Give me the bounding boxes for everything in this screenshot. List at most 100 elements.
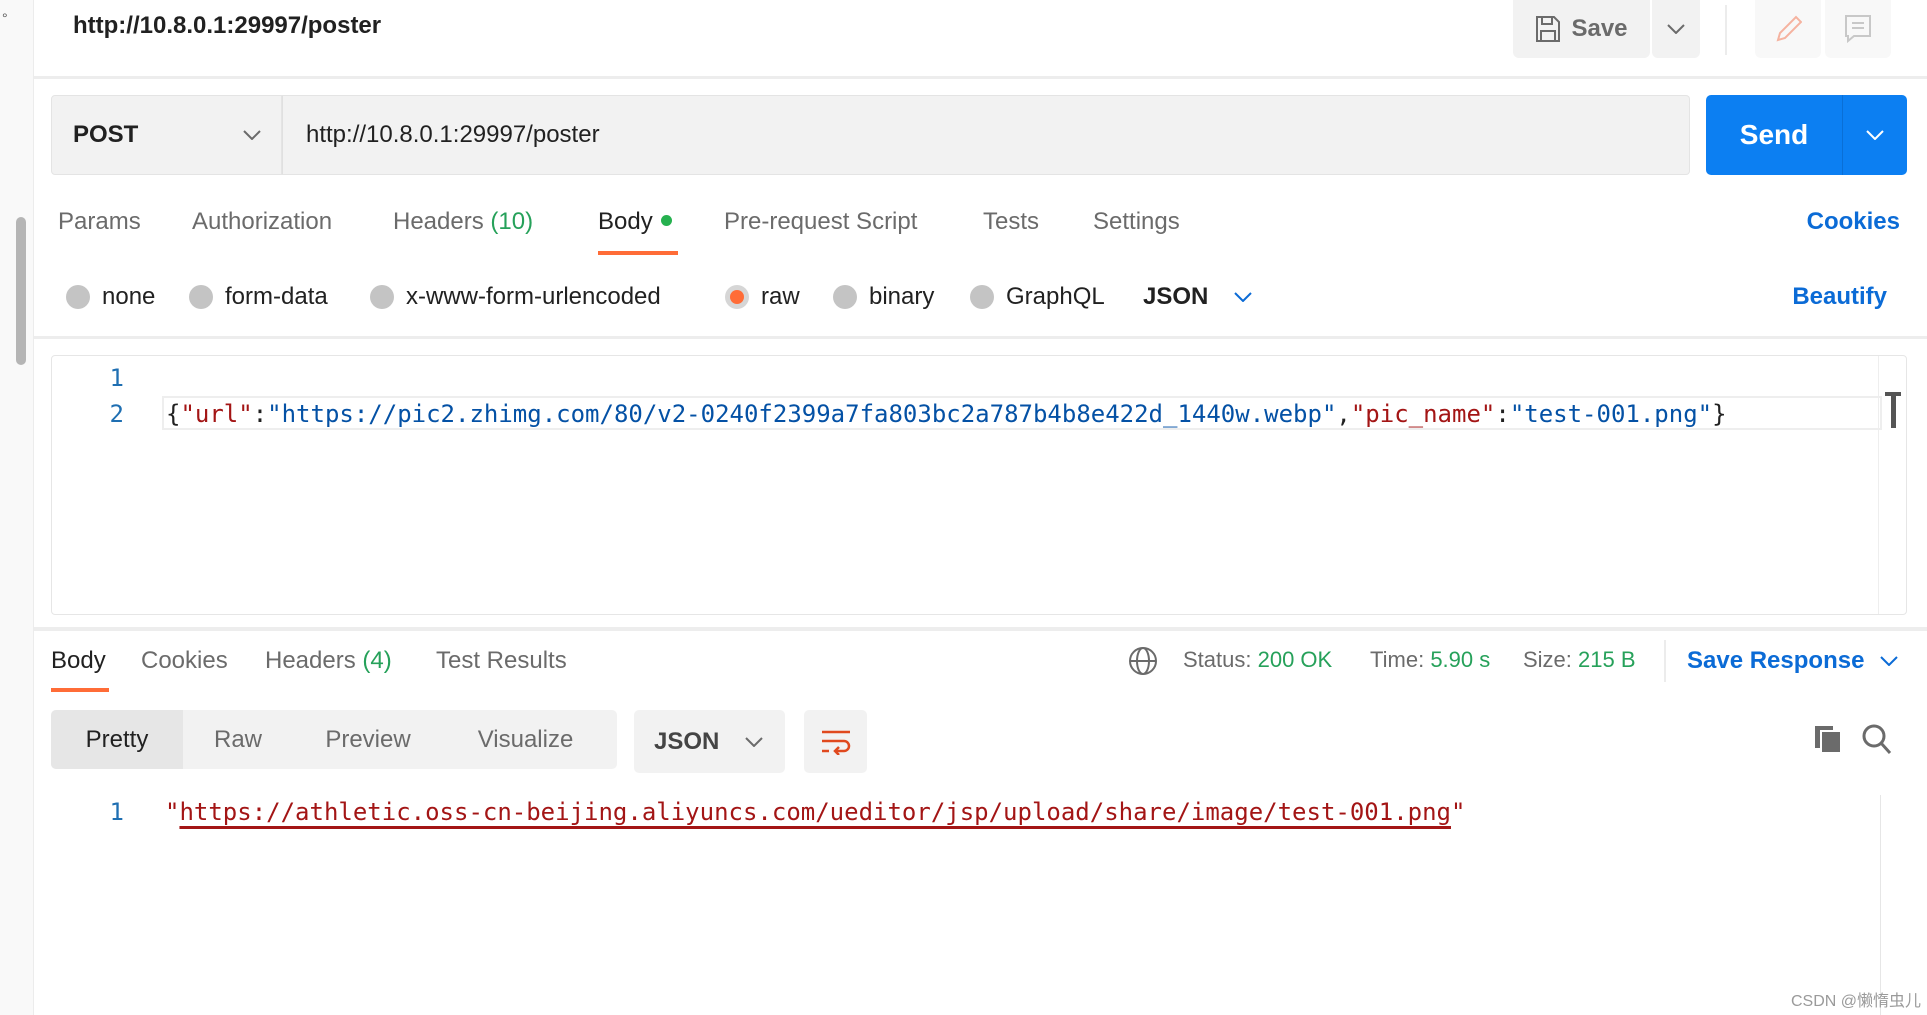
json-key: "url" [180,400,253,428]
format-label: JSON [1143,283,1209,310]
edit-button[interactable] [1755,0,1821,58]
tab-label: Body [598,208,653,235]
code-line[interactable]: {"url":"https://pic2.zhimg.com/80/v2-024… [166,400,1727,428]
body-format-select[interactable]: JSON [1143,283,1253,311]
radio-urlencoded[interactable]: x-www-form-urlencoded [370,283,661,311]
view-visualize[interactable]: Visualize [443,710,608,769]
chevron-down-icon [745,736,763,747]
view-preview[interactable]: Preview [293,710,443,769]
header-divider [34,76,1927,79]
tab-authorization[interactable]: Authorization [192,208,332,236]
time-readout[interactable]: Time: 5.90 s [1370,647,1490,673]
active-tab-indicator [598,251,678,255]
colon: : [1495,400,1510,428]
send-button-group[interactable]: Send [1706,95,1907,175]
response-body-line[interactable]: "https://athletic.oss-cn-beijing.aliyunc… [165,798,1465,826]
quote: " [1450,798,1466,826]
status-readout[interactable]: Status: 200 OK [1183,647,1332,673]
radio-graphql[interactable]: GraphQL [970,283,1105,311]
tab-tests[interactable]: Tests [983,208,1039,236]
radio-circle[interactable] [970,285,994,309]
format-label: JSON [654,727,720,755]
watermark: CSDN @懒惰虫儿 [1790,993,1921,1010]
chevron-down-icon [243,130,261,140]
response-format-select[interactable]: JSON [634,710,785,773]
response-scrollbar-track[interactable] [1880,795,1881,1015]
size-value: 215 B [1578,647,1636,672]
radio-form-data[interactable]: form-data [189,283,328,311]
wrap-lines-icon [821,730,850,755]
radio-label: x-www-form-urlencoded [406,283,661,310]
radio-circle[interactable] [189,285,213,309]
radio-label: none [102,283,156,310]
send-button[interactable]: Send [1706,95,1843,175]
save-label: Save [1571,15,1628,42]
tab-label: Headers [393,208,484,235]
radio-circle-selected[interactable] [725,285,749,309]
globe-icon[interactable] [1128,646,1158,676]
radio-raw[interactable]: raw [725,283,800,311]
comma: , [1336,400,1351,428]
chevron-down-icon [1866,130,1884,140]
search-icon[interactable] [1862,724,1892,756]
method-value: POST [73,121,139,148]
request-title[interactable]: http://10.8.0.1:29997/poster [73,12,381,40]
size-readout[interactable]: Size: 215 B [1523,647,1636,673]
tab-label: Headers [265,647,356,674]
save-dropdown-button[interactable] [1652,0,1700,58]
cookies-link[interactable]: Cookies [1807,208,1900,236]
radio-circle[interactable] [66,285,90,309]
tab-params[interactable]: Params [58,208,141,236]
save-icon [1536,16,1561,42]
view-raw[interactable]: Raw [183,710,293,769]
comments-button[interactable] [1825,0,1891,58]
brace: { [166,400,181,428]
radio-label: form-data [225,283,328,310]
beautify-link[interactable]: Beautify [1792,283,1887,311]
response-tab-body[interactable]: Body [51,647,106,675]
radio-label: raw [761,283,800,310]
modified-dot [660,215,672,227]
divider [1725,5,1727,55]
tab-body[interactable]: Body [598,208,672,236]
radio-circle[interactable] [833,285,857,309]
method-select[interactable]: POST [51,95,282,175]
tab-settings[interactable]: Settings [1093,208,1180,236]
time-value: 5.90 s [1430,647,1491,672]
radio-circle[interactable] [370,285,394,309]
response-tab-test-results[interactable]: Test Results [436,647,567,675]
chevron-down-icon [1667,24,1685,34]
editor-scrollbar[interactable] [1878,356,1906,614]
line-number: 1 [109,798,124,826]
headers-count: (10) [490,208,534,235]
tab-pre-request-script[interactable]: Pre-request Script [724,208,917,236]
response-view-selector[interactable]: Pretty Raw Preview Visualize [51,710,617,769]
wrap-lines-button[interactable] [804,710,867,773]
active-tab-indicator [51,688,109,692]
view-pretty[interactable]: Pretty [51,710,183,769]
chevron-down-icon [1234,292,1253,302]
response-tab-headers[interactable]: Headers (4) [265,647,392,675]
request-body-editor[interactable]: 1 2 {"url":"https://pic2.zhimg.com/80/v2… [51,355,1907,615]
save-response-label: Save Response [1687,647,1865,674]
save-response-button[interactable]: Save Response [1687,647,1899,675]
json-value: "test-001.png" [1509,400,1713,428]
radio-none[interactable]: none [66,283,155,311]
send-dropdown-button[interactable] [1843,95,1907,175]
radio-binary[interactable]: binary [833,283,934,311]
url-input[interactable]: http://10.8.0.1:29997/poster [282,95,1690,175]
tab-headers[interactable]: Headers (10) [393,208,533,236]
colon: : [252,400,268,428]
pane-divider[interactable] [34,627,1927,631]
line-number: 1 [109,364,124,392]
response-tab-cookies[interactable]: Cookies [141,647,228,675]
response-url-link[interactable]: https://athletic.oss-cn-beijing.aliyuncs… [179,798,1451,826]
line-number: 2 [109,400,124,428]
size-label: Size: [1523,647,1572,672]
save-button[interactable]: Save [1513,0,1650,58]
copy-icon[interactable] [1813,724,1843,754]
radio-label: binary [869,283,935,310]
comment-icon [1845,15,1871,44]
json-value: "https://pic2.zhimg.com/80/v2-0240f2399a… [267,400,1337,428]
sidebar-scrollbar[interactable] [16,217,26,365]
